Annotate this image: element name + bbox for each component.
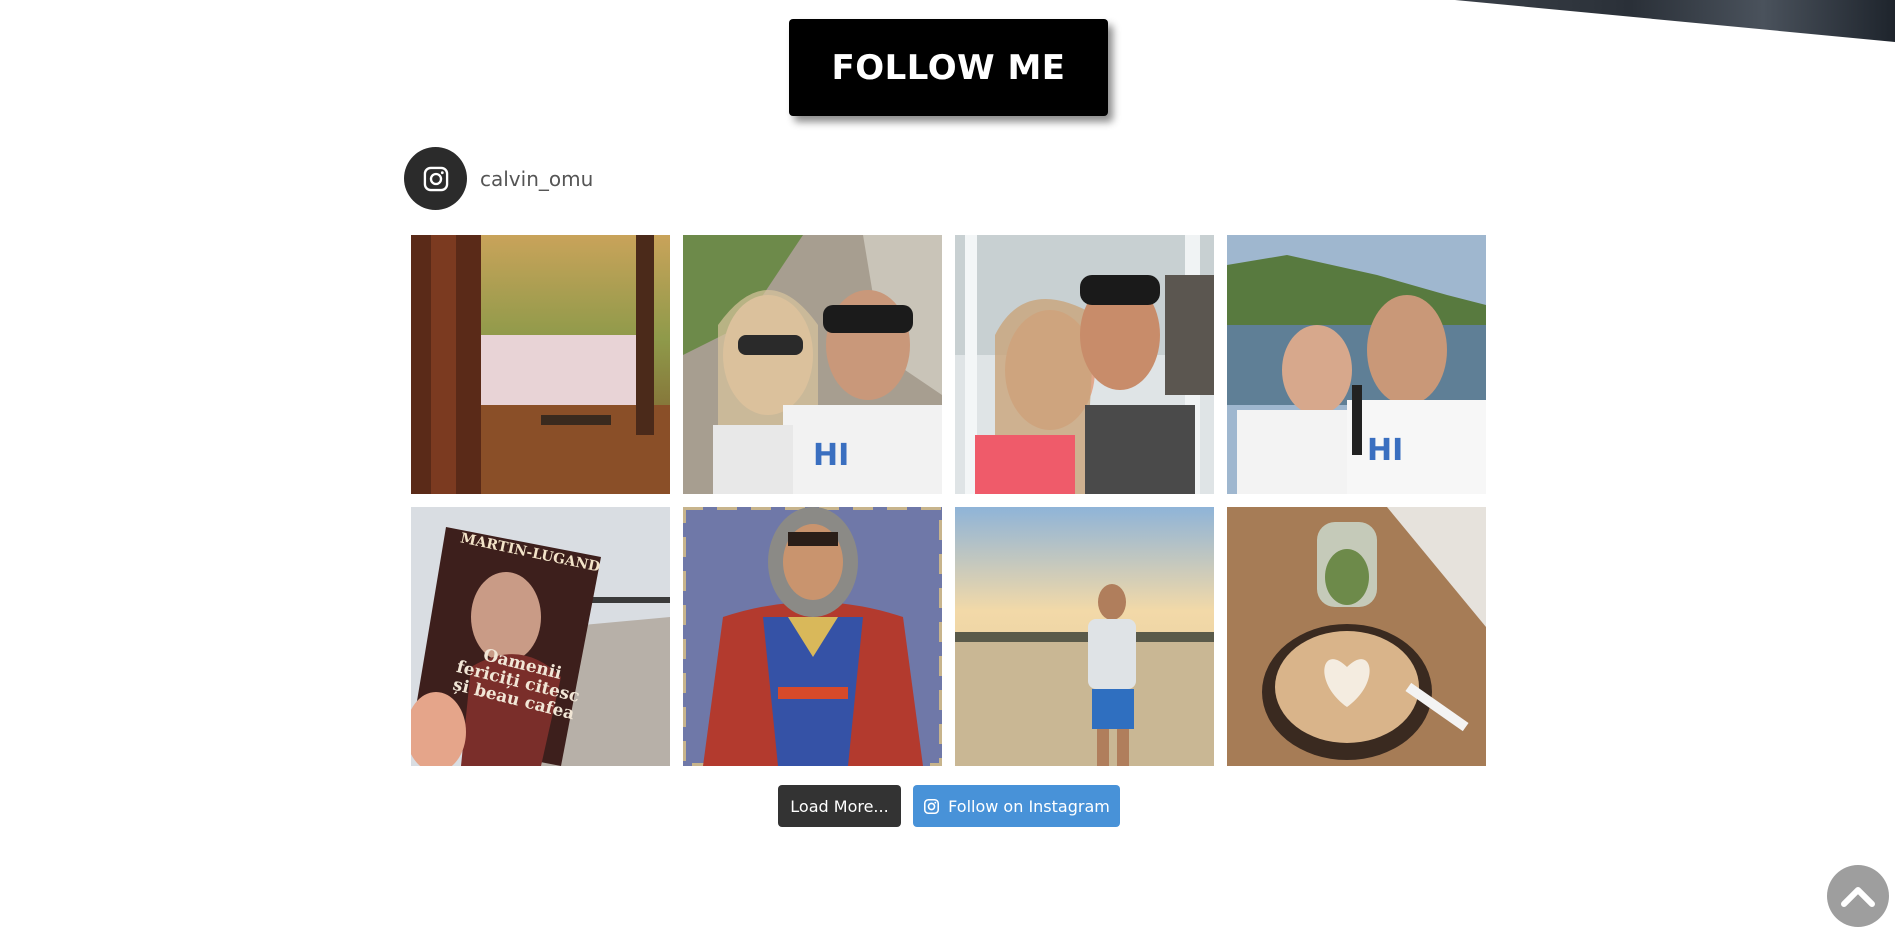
instagram-profile-header: calvin_omu — [404, 147, 593, 210]
follow-me-button[interactable]: FOLLOW ME — [789, 19, 1108, 116]
instagram-feed-grid: HI HI MARTIN-LUGAND Oamenii fericiți cit… — [411, 235, 1486, 766]
instagram-username[interactable]: calvin_omu — [480, 167, 593, 191]
waterfall-selfie-photo — [955, 235, 1214, 494]
instagram-icon — [423, 166, 448, 191]
feed-post-latte[interactable] — [1227, 507, 1486, 766]
header-background-photo — [1455, 0, 1895, 42]
feed-post-mosaic[interactable] — [683, 507, 942, 766]
river-selfie-photo: HI — [1227, 235, 1486, 494]
fortress-selfie-photo: HI — [683, 235, 942, 494]
svg-text:HI: HI — [813, 438, 849, 473]
feed-post-forest[interactable] — [411, 235, 670, 494]
book-on-pier-photo — [411, 507, 670, 766]
follow-on-instagram-label: Follow on Instagram — [948, 796, 1110, 816]
instagram-avatar[interactable] — [404, 147, 467, 210]
scroll-to-top-button[interactable] — [1827, 865, 1889, 927]
feed-post-sunset[interactable] — [955, 507, 1214, 766]
feed-actions: Load More... Follow on Instagram — [778, 785, 1120, 827]
chevron-up-icon — [1841, 887, 1875, 907]
forest-lake-photo — [411, 235, 670, 494]
lake-sunset-photo — [955, 507, 1214, 766]
svg-text:HI: HI — [1367, 433, 1403, 468]
load-more-button[interactable]: Load More... — [778, 785, 901, 827]
mosaic-knight-photo — [683, 507, 942, 766]
feed-post-book[interactable]: MARTIN-LUGAND Oamenii fericiți citesc și… — [411, 507, 670, 766]
instagram-icon — [924, 798, 940, 814]
feed-post-waterfall-selfie[interactable] — [955, 235, 1214, 494]
feed-post-fortress-selfie[interactable]: HI — [683, 235, 942, 494]
follow-on-instagram-button[interactable]: Follow on Instagram — [913, 785, 1120, 827]
feed-post-river-selfie[interactable]: HI — [1227, 235, 1486, 494]
latte-photo — [1227, 507, 1486, 766]
